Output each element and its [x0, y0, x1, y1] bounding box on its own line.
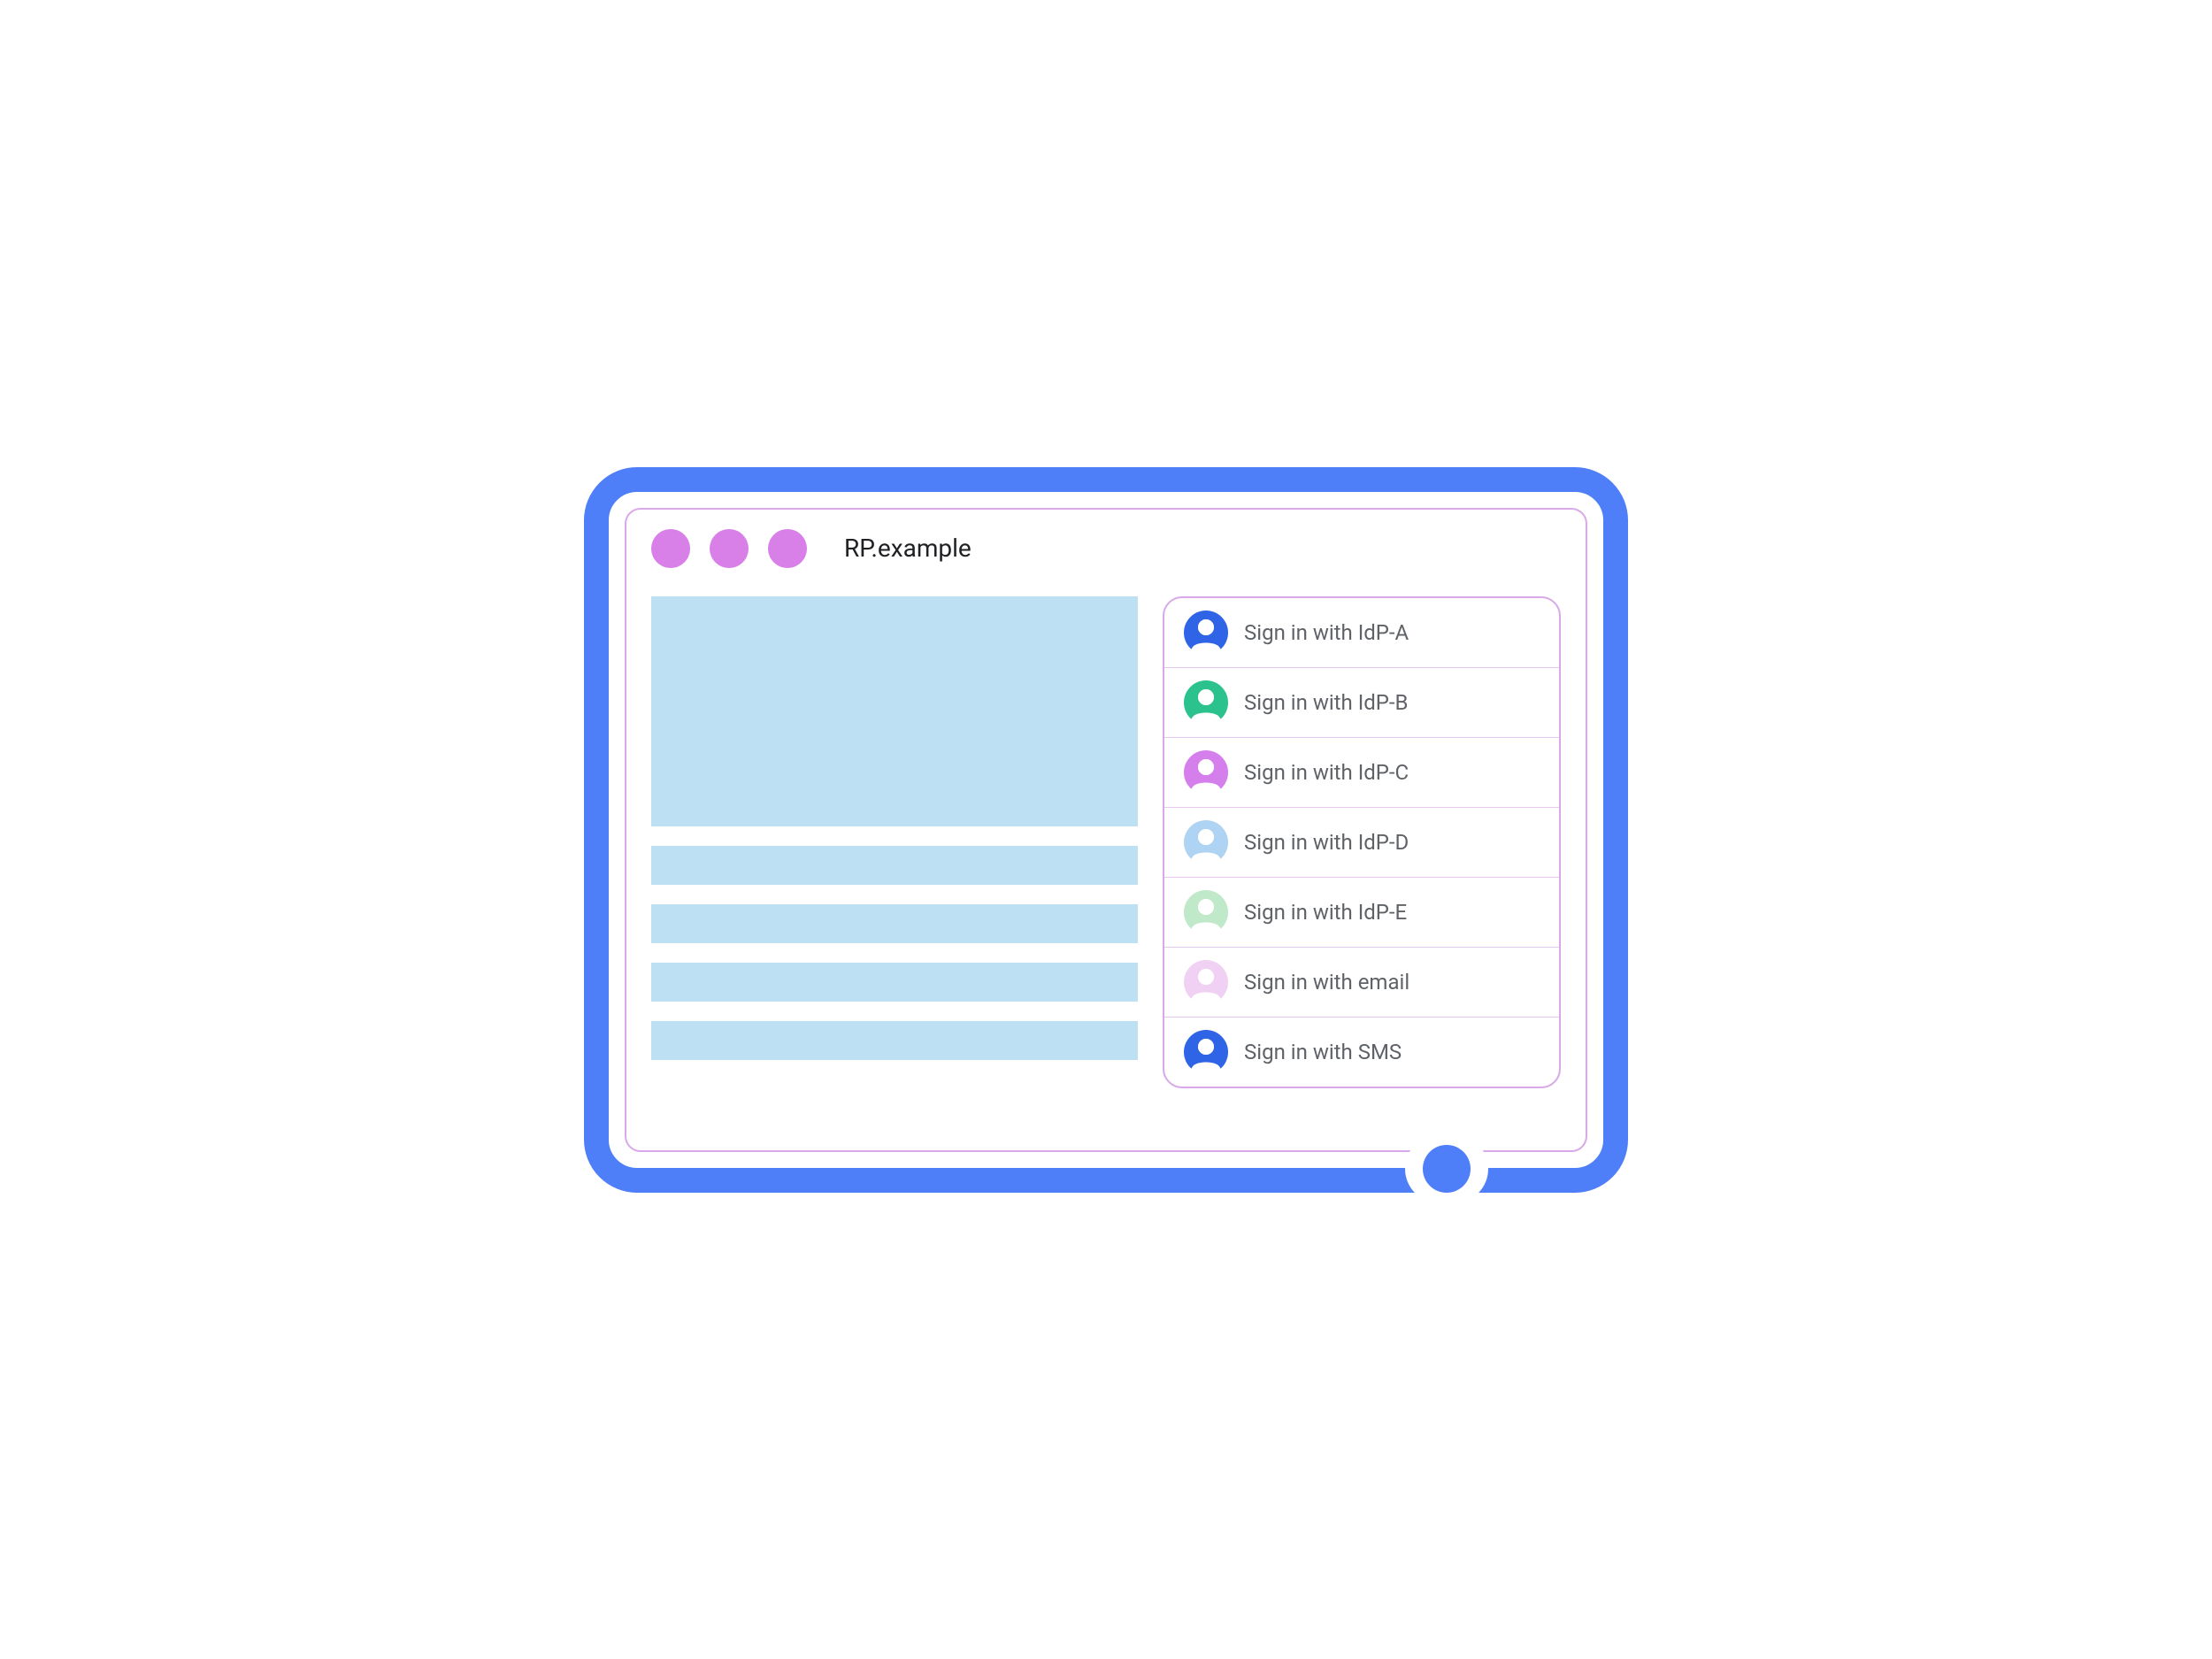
signin-label: Sign in with email [1244, 970, 1409, 995]
signin-option-4[interactable]: Sign in with IdP-E [1164, 878, 1559, 948]
signin-option-2[interactable]: Sign in with IdP-C [1164, 738, 1559, 808]
signin-option-3[interactable]: Sign in with IdP-D [1164, 808, 1559, 878]
signin-label: Sign in with IdP-B [1244, 690, 1409, 715]
user-icon [1184, 611, 1228, 655]
titlebar: RP.example [626, 510, 1586, 588]
signin-option-1[interactable]: Sign in with IdP-B [1164, 668, 1559, 738]
signin-label: Sign in with IdP-E [1244, 900, 1407, 925]
address-bar[interactable]: RP.example [844, 534, 972, 563]
hero-placeholder [651, 596, 1138, 826]
signin-option-0[interactable]: Sign in with IdP-A [1164, 598, 1559, 668]
text-placeholder-4 [651, 1021, 1138, 1060]
user-icon [1184, 820, 1228, 864]
user-icon [1184, 960, 1228, 1004]
text-placeholder-1 [651, 846, 1138, 885]
text-placeholder-2 [651, 904, 1138, 943]
user-icon [1184, 890, 1228, 934]
user-icon [1184, 680, 1228, 725]
user-icon [1184, 1030, 1228, 1074]
browser-window: RP.example Sign in with IdP-ASign in wit… [625, 508, 1587, 1152]
signin-label: Sign in with SMS [1244, 1040, 1402, 1064]
traffic-light-maximize[interactable] [768, 529, 807, 568]
traffic-lights [651, 529, 807, 568]
signin-label: Sign in with IdP-A [1244, 620, 1409, 645]
signin-label: Sign in with IdP-D [1244, 830, 1409, 855]
main-area [651, 596, 1138, 1125]
traffic-light-minimize[interactable] [710, 529, 749, 568]
page-content: Sign in with IdP-A Sign in with IdP-B Sign… [626, 588, 1586, 1150]
device-frame: RP.example Sign in with IdP-ASign in wit… [584, 467, 1628, 1193]
signin-option-6[interactable]: Sign in with SMS [1164, 1018, 1559, 1087]
signin-option-5[interactable]: Sign in with email [1164, 948, 1559, 1018]
signin-panel: Sign in with IdP-A Sign in with IdP-B Sign… [1163, 596, 1561, 1088]
traffic-light-close[interactable] [651, 529, 690, 568]
user-icon [1184, 750, 1228, 795]
signin-label: Sign in with IdP-C [1244, 760, 1409, 785]
text-placeholder-3 [651, 963, 1138, 1002]
